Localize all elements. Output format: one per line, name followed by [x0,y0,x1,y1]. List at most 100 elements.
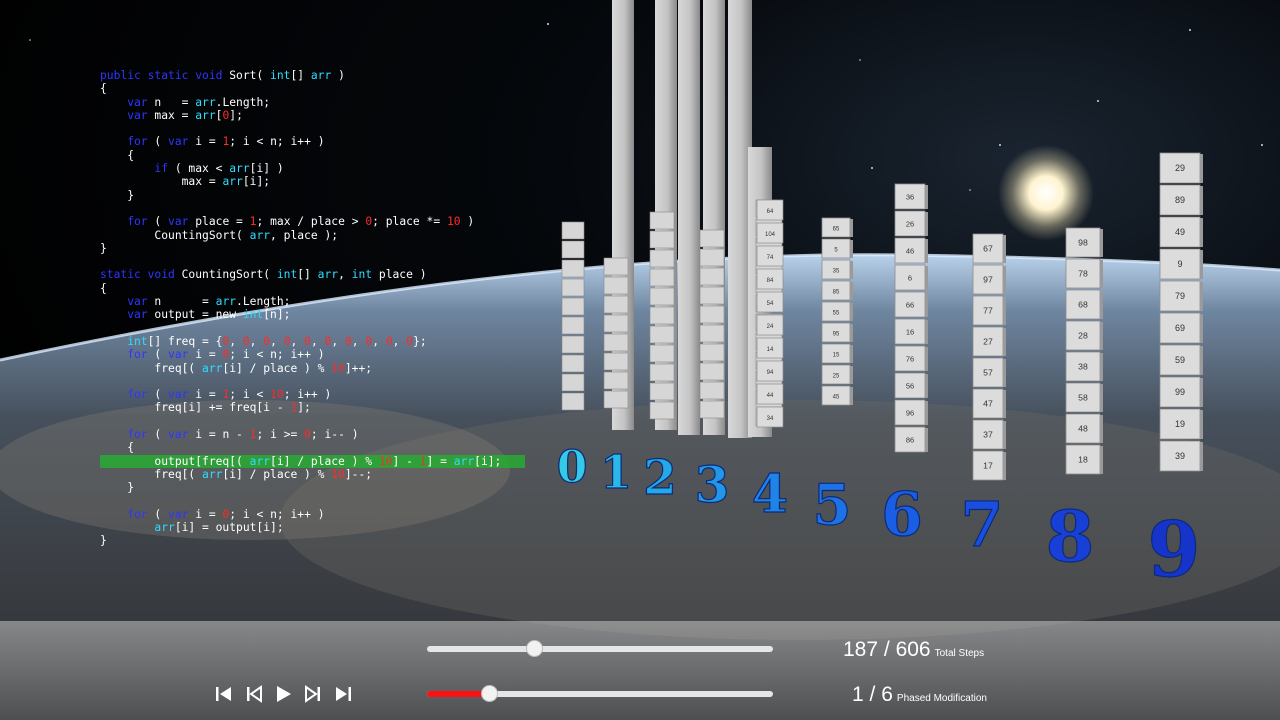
phase-total: 6 [881,683,893,706]
play-button[interactable] [273,684,293,704]
element-box [561,221,585,240]
code-token: [i] / place ) % [222,361,332,375]
element-box [649,363,675,382]
code-token: max = [100,175,223,189]
code-token: arr [229,162,250,176]
code-token: { [100,441,135,455]
element-box [649,306,675,325]
code-token: [i] ) [249,162,284,176]
bucket-value: 9 [1177,259,1182,269]
code-token: var [168,348,196,362]
digit-label: 1 [600,445,632,499]
element-box [699,286,725,305]
bucket-box-side [850,387,853,405]
code-token: freq[( [100,361,203,375]
bucket-value: 14 [767,347,774,353]
element-box [699,381,725,400]
bucket-column-5: 65535855595152545 [821,217,853,406]
code-token: public static void [100,69,230,82]
bucket-box-side [925,428,928,452]
bucket-box-side [1100,229,1103,257]
code-token: ) [331,69,345,82]
code-token: Sort( [229,69,271,82]
bucket-value: 67 [983,244,993,254]
bucket-box-side [1003,359,1006,387]
digit-label: 0 [557,442,588,493]
bucket-box-side [1200,154,1203,183]
bucket-box-side [925,374,928,398]
code-token: var [168,388,196,402]
bucket-box-side [1200,314,1203,343]
code-token: ; i < n; i++ ) [229,348,325,362]
code-token: 10 [331,361,345,375]
last-step-button[interactable] [333,684,353,704]
element-box [603,390,629,409]
code-token: var [100,108,155,122]
code-token: arr [202,361,223,375]
code-token: output = new [154,308,243,322]
bucket-box-side [1200,186,1203,215]
bucket-value: 99 [1175,387,1185,397]
code-line: } [100,534,525,547]
bucket-box-side [1200,282,1203,311]
bucket-box-side [925,212,928,236]
code-token: CountingSort( [181,268,277,282]
code-line-highlighted: output[freq[( arr[i] / place ) % 10] - 1… [100,454,525,468]
bucket-value: 46 [906,247,914,256]
element-box [649,268,675,287]
element-box [561,354,585,373]
code-token: arr [195,95,216,109]
bucket-value: 34 [767,416,774,422]
code-token: arr [249,228,271,242]
code-token: static void [100,268,182,282]
sun [998,145,1094,241]
element-box [561,278,585,297]
bucket-value: 49 [1175,227,1185,237]
code-token: [] [297,268,318,282]
bucket-value: 38 [1078,362,1088,372]
bucket-value: 48 [1078,424,1088,434]
code-token: i = [195,348,223,362]
code-token: ; i++ ) [283,388,332,402]
element-box [603,276,629,295]
bucket-box-side [850,345,853,363]
code-token: arr [249,454,271,468]
code-token: n = [154,95,196,109]
code-token: freq[( [100,467,203,481]
bucket-value: 94 [767,370,774,376]
step-back-button[interactable] [244,684,264,704]
step-forward-icon [305,685,320,703]
bucket-value: 26 [906,220,914,229]
code-token: , [249,334,264,348]
bucket-value: 54 [767,301,774,307]
digit-label: 8 [1046,495,1095,578]
phase-slider[interactable] [427,685,773,702]
code-line: { [100,149,525,162]
bucket-value: 45 [833,395,840,401]
skip-to-start-icon [216,687,231,701]
code-token: , [310,334,325,348]
code-token: .Length; [236,295,291,309]
steps-slider[interactable] [427,640,773,657]
code-line: { [100,82,525,95]
code-token: ]; [229,108,243,122]
code-token: ) [460,215,475,229]
bucket-box-side [925,347,928,371]
step-forward-button[interactable] [303,684,323,704]
code-line: for ( var i = 1; i < 10; i++ ) [100,388,525,401]
code-token: i = [195,388,223,402]
code-token: 10 [331,467,345,481]
element-box [699,324,725,343]
control-bar [0,621,1280,720]
element-box [649,287,675,306]
element-box [561,373,585,392]
bucket-box-side [1003,297,1006,325]
code-token: [] [290,69,311,82]
first-step-button[interactable] [214,684,234,704]
element-box [561,392,585,411]
element-box [649,211,675,230]
bucket-box-side [1003,266,1006,294]
bucket-value: 98 [1078,238,1088,248]
bucket-value: 68 [1078,300,1088,310]
code-token: ( [154,135,169,149]
